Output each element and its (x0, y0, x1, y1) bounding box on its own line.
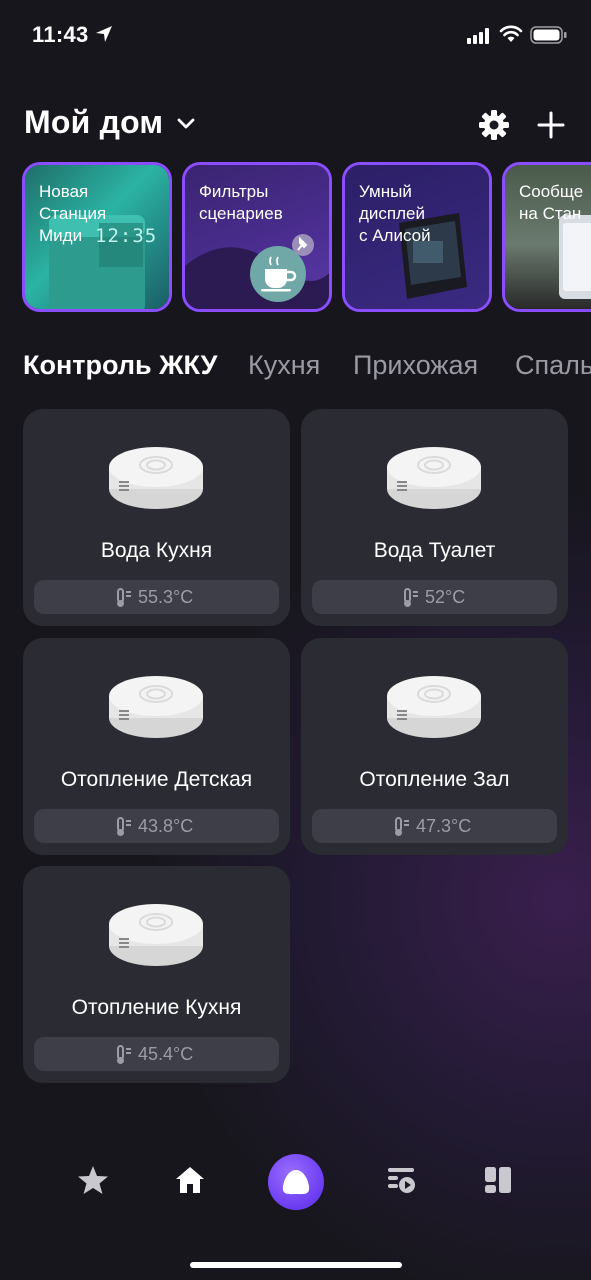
temperature-value: 55.3°C (138, 587, 194, 607)
temperature-value: 47.3°C (416, 816, 472, 836)
temperature-sensor-image (387, 676, 481, 738)
header: Мой дом (0, 100, 591, 150)
tab-hallway[interactable]: Прихожая (353, 350, 478, 381)
device-card[interactable]: Вода Кухня 55.3°C (23, 409, 290, 626)
thermometer-icon (117, 588, 131, 607)
thermometer-icon (117, 817, 131, 836)
device-name: Отопление Кухня (71, 996, 242, 1019)
home-title[interactable]: Мой дом (24, 104, 163, 141)
thermometer-icon (117, 1045, 131, 1064)
dashboard-icon[interactable] (481, 1163, 515, 1197)
alice-icon (282, 1170, 310, 1195)
temperature-pill: 52°C (312, 580, 557, 614)
home-icon[interactable] (173, 1163, 207, 1197)
device-name: Отопление Зал (359, 768, 510, 791)
plus-icon[interactable] (535, 109, 567, 141)
gear-icon[interactable] (477, 108, 511, 142)
alice-button[interactable] (268, 1154, 324, 1210)
stories-carousel: 12:35 Новая Станция Миди Фильтры сценари… (22, 162, 591, 312)
chevron-down-icon[interactable] (176, 114, 196, 132)
home-indicator[interactable] (190, 1262, 402, 1268)
wifi-icon (499, 25, 523, 42)
temperature-sensor-image (387, 447, 481, 509)
battery-icon (530, 26, 567, 44)
device-name: Вода Кухня (100, 539, 213, 562)
tab-kitchen[interactable]: Кухня (248, 350, 320, 381)
temperature-pill: 45.4°C (34, 1037, 279, 1071)
story-label: Умный дисплей с Алисой (359, 182, 431, 245)
story-label: Новая Станция Миди (39, 182, 107, 245)
device-card[interactable]: Отопление Зал 47.3°C (301, 638, 568, 855)
story-new-station-midi[interactable]: 12:35 Новая Станция Миди (22, 162, 172, 312)
cellular-signal-icon (467, 28, 489, 44)
temperature-sensor-image (109, 676, 203, 738)
story-label: Фильтры сценариев (199, 182, 283, 223)
device-card[interactable]: Отопление Детская 43.8°C (23, 638, 290, 855)
story-messages-station[interactable]: Сообще на Стан (502, 162, 591, 312)
device-card[interactable]: Вода Туалет 52°C (301, 409, 568, 626)
bottom-nav (0, 1150, 591, 1220)
temperature-sensor-image (109, 447, 203, 509)
temperature-pill: 47.3°C (312, 809, 557, 843)
status-time: 11:43 (32, 22, 89, 47)
star-icon[interactable] (76, 1163, 110, 1197)
temperature-pill: 43.8°C (34, 809, 279, 843)
temperature-pill: 55.3°C (34, 580, 279, 614)
temperature-value: 43.8°C (138, 816, 194, 836)
story-smart-display[interactable]: Умный дисплей с Алисой (342, 162, 492, 312)
location-arrow-icon (96, 26, 112, 42)
temperature-sensor-image (109, 904, 203, 966)
story-label: Сообще на Стан (519, 182, 584, 223)
room-tabs: Контроль ЖКУ Кухня Прихожая Спальня (0, 350, 591, 390)
status-bar: 11:43 (0, 0, 591, 70)
thermometer-icon (404, 588, 418, 607)
pin-icon (292, 234, 314, 256)
thermometer-icon (395, 817, 409, 836)
device-name: Вода Туалет (373, 539, 496, 562)
temperature-value: 52°C (425, 587, 466, 607)
device-card[interactable]: Отопление Кухня 45.4°C (23, 866, 290, 1083)
tab-bedroom[interactable]: Спальня (515, 350, 591, 381)
temperature-value: 45.4°C (138, 1044, 194, 1064)
story-scenario-filters[interactable]: Фильтры сценариев (182, 162, 332, 312)
device-name: Отопление Детская (60, 768, 253, 791)
tab-control-zhku[interactable]: Контроль ЖКУ (23, 350, 217, 381)
media-icon[interactable] (384, 1163, 418, 1197)
